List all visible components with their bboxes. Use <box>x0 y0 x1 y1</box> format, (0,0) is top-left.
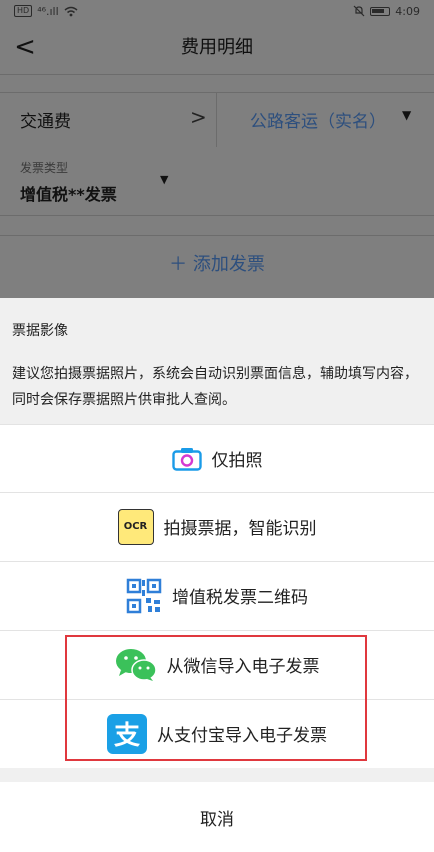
expense-type[interactable]: 交通费 <box>20 107 71 132</box>
vat-qr-option[interactable]: 增值税发票二维码 <box>0 561 434 629</box>
wechat-icon <box>115 648 157 681</box>
page-title: 费用明细 <box>181 37 253 58</box>
sheet-separator <box>0 768 434 782</box>
alipay-import-option[interactable]: 支 从支付宝导入电子发票 <box>0 699 434 767</box>
hd-badge: HD <box>14 5 33 17</box>
camera-icon <box>171 447 202 471</box>
nav-bar: 费用明细 < <box>0 22 434 75</box>
dropdown-arrow-icon: ▼ <box>160 173 169 186</box>
option-label: 拍摄票据，智能识别 <box>163 519 317 539</box>
clock: 4:09 <box>395 4 420 18</box>
option-label: 仅拍照 <box>211 451 263 471</box>
cancel-label: 取消 <box>200 809 234 830</box>
sheet-description: 建议您拍摄票据照片，系统会自动识别票面信息，辅助填写内容，同时会保存票据照片供审… <box>12 366 418 408</box>
dropdown-arrow-icon: ▼ <box>402 108 412 122</box>
divider <box>216 93 217 147</box>
invoice-type-label: 发票类型 <box>20 161 69 175</box>
add-invoice-row: ＋ 添加发票 <box>0 235 434 292</box>
ocr-scan-option[interactable]: OCR 拍摄票据，智能识别 <box>0 492 434 560</box>
expense-type-row[interactable]: 交通费 > 公路客运（实名） ▼ <box>0 92 434 148</box>
option-label: 从支付宝导入电子发票 <box>157 726 327 746</box>
status-left: HD ⁴⁶.ıll <box>14 5 78 18</box>
status-bar: HD ⁴⁶.ıll 4:09 <box>0 0 434 22</box>
chevron-right-icon: > <box>190 105 207 129</box>
invoice-image-sheet: 票据影像 建议您拍摄票据照片，系统会自动识别票面信息，辅助填写内容，同时会保存票… <box>0 298 434 852</box>
back-button[interactable]: < <box>10 32 40 62</box>
wechat-import-option[interactable]: 从微信导入电子发票 <box>0 630 434 698</box>
battery-icon <box>370 6 391 16</box>
photo-only-option[interactable]: 仅拍照 <box>0 424 434 492</box>
option-label: 增值税发票二维码 <box>172 588 308 608</box>
wifi-icon <box>64 6 78 16</box>
invoice-type-row[interactable]: 发票类型 增值税**发票 ▼ <box>0 147 434 216</box>
alipay-icon: 支 <box>107 713 147 754</box>
invoice-type-value[interactable]: 增值税**发票 <box>20 181 117 205</box>
status-right: 4:09 <box>353 5 420 18</box>
option-label: 从微信导入电子发票 <box>166 657 320 677</box>
mute-bell-icon <box>353 5 365 17</box>
cancel-button[interactable]: 取消 <box>0 782 434 852</box>
add-invoice-button[interactable]: ＋ 添加发票 <box>0 250 434 276</box>
signal-icon: ⁴⁶.ıll <box>37 4 59 18</box>
sheet-title: 票据影像 <box>12 323 68 339</box>
expense-subtype[interactable]: 公路客运（实名） <box>250 107 386 132</box>
sheet-header: 票据影像 建议您拍摄票据照片，系统会自动识别票面信息，辅助填写内容，同时会保存票… <box>0 298 434 424</box>
qr-code-icon <box>126 578 162 613</box>
ocr-icon: OCR <box>117 508 154 545</box>
